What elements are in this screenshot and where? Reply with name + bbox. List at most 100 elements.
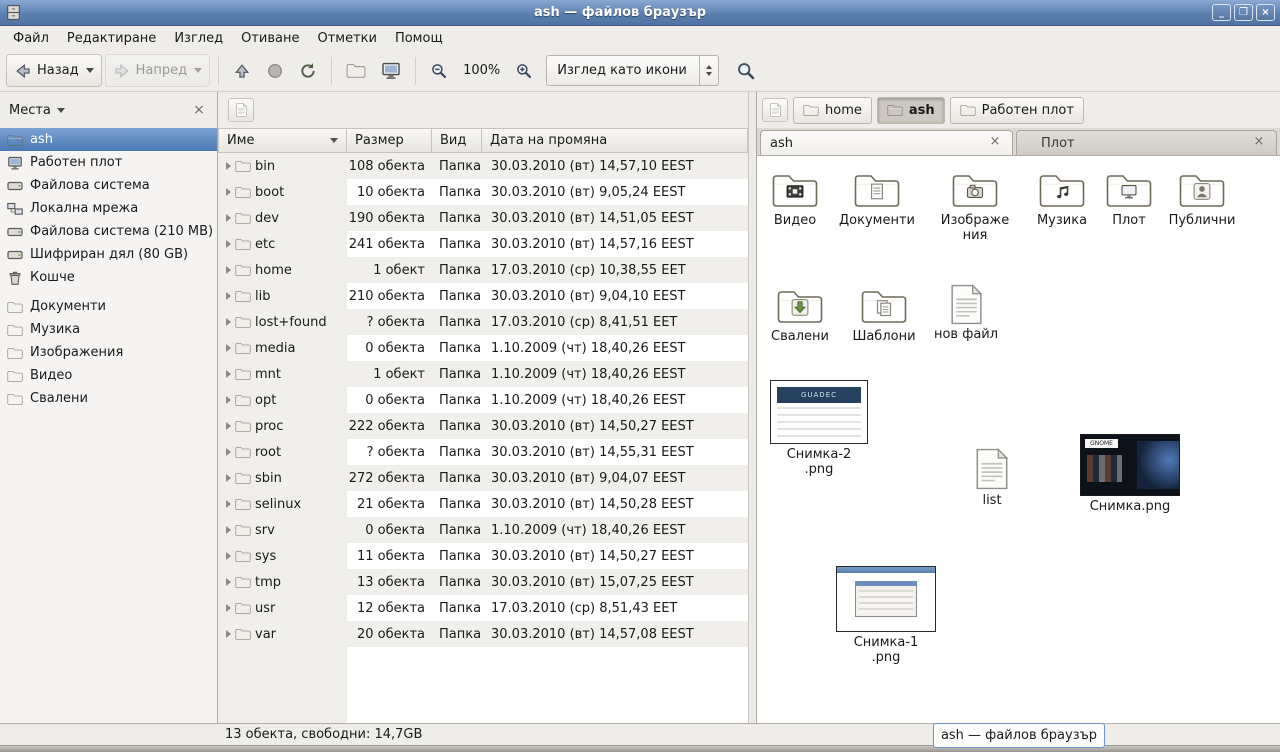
menu-bookmarks[interactable]: Отметки <box>308 28 385 49</box>
menu-edit[interactable]: Редактиране <box>58 28 165 49</box>
sidebar-item-encrypted[interactable]: Шифриран дял (80 GB) <box>0 243 217 266</box>
maximize-button[interactable]: ❐ <box>1234 4 1253 21</box>
back-dropdown-icon[interactable] <box>86 68 94 73</box>
table-row-sbin[interactable]: sbin272 обектаПапка30.03.2010 (вт) 9,04,… <box>218 465 748 491</box>
up-button[interactable] <box>227 54 257 87</box>
minimize-button[interactable]: _ <box>1212 4 1231 21</box>
sidebar-item-network[interactable]: Локална мрежа <box>0 197 217 220</box>
expander-icon[interactable] <box>226 396 231 404</box>
column-header-name[interactable]: Име <box>218 128 347 153</box>
icon-item-documents[interactable]: Документи <box>837 170 917 228</box>
menu-go[interactable]: Отиване <box>232 28 308 49</box>
close-button[interactable]: × <box>1256 4 1275 21</box>
expander-icon[interactable] <box>226 344 231 352</box>
expander-icon[interactable] <box>226 240 231 248</box>
icon-item-downloads[interactable]: Свалени <box>760 286 840 344</box>
sidebar-item-trash[interactable]: Кошче <box>0 266 217 289</box>
table-row-home[interactable]: home1 обектПапка17.03.2010 (ср) 10,38,55… <box>218 257 748 283</box>
icon-item-pictures[interactable]: Изображения <box>935 170 1015 243</box>
sidebar-item-pictures[interactable]: Изображения <box>0 341 217 364</box>
table-row-usr[interactable]: usr12 обектаПапка17.03.2010 (ср) 8,51,43… <box>218 595 748 621</box>
titlebar[interactable]: ash — файлов браузър _ ❐ × <box>0 0 1280 26</box>
sidebar-close-icon[interactable]: × <box>190 102 208 118</box>
table-row-proc[interactable]: proc222 обектаПапка30.03.2010 (вт) 14,50… <box>218 413 748 439</box>
expander-icon[interactable] <box>226 526 231 534</box>
tab-ash[interactable]: ash × <box>760 130 1013 155</box>
expander-icon[interactable] <box>226 422 231 430</box>
tab-plot[interactable]: Плот × <box>1016 130 1277 155</box>
sidebar-item-ash[interactable]: ash <box>0 128 217 151</box>
zoom-in-button[interactable] <box>509 54 539 87</box>
expander-icon[interactable] <box>226 214 231 222</box>
zoom-out-button[interactable] <box>424 54 454 87</box>
view-mode-select[interactable]: Изглед като икони <box>546 55 719 86</box>
sidebar-title[interactable]: Места <box>9 103 51 118</box>
reload-button[interactable] <box>293 54 323 87</box>
icon-item-list[interactable]: list <box>970 448 1014 508</box>
icon-item-new-file[interactable]: нов файл <box>926 284 1006 342</box>
column-header-type[interactable]: Вид <box>432 128 482 153</box>
taskbar-window-button[interactable]: ash — файлов браузър <box>933 723 1105 748</box>
expander-icon[interactable] <box>226 448 231 456</box>
expander-icon[interactable] <box>226 292 231 300</box>
table-row-bin[interactable]: bin108 обектаПапка30.03.2010 (вт) 14,57,… <box>218 153 748 179</box>
table-row-root[interactable]: root? обектаПапка30.03.2010 (вт) 14,55,3… <box>218 439 748 465</box>
expander-icon[interactable] <box>226 500 231 508</box>
icon-item-desktop-folder[interactable]: Плот <box>1089 170 1169 228</box>
tab-close-icon[interactable]: × <box>987 135 1003 151</box>
table-row-tmp[interactable]: tmp13 обектаПапка30.03.2010 (вт) 15,07,2… <box>218 569 748 595</box>
expander-icon[interactable] <box>226 474 231 482</box>
table-row-media[interactable]: media0 обектаПапка1.10.2009 (чт) 18,40,2… <box>218 335 748 361</box>
tab-close-icon[interactable]: × <box>1251 135 1267 151</box>
expander-icon[interactable] <box>226 188 231 196</box>
home-button[interactable] <box>340 54 372 87</box>
forward-button[interactable]: Напред <box>105 54 210 87</box>
menu-view[interactable]: Изглед <box>165 28 232 49</box>
sidebar-item-music[interactable]: Музика <box>0 318 217 341</box>
icon-view[interactable]: Видео Документи Изображения Музика <box>757 156 1280 723</box>
sidebar-dropdown-icon[interactable] <box>57 108 65 113</box>
table-row-boot[interactable]: boot10 обектаПапка30.03.2010 (вт) 9,05,2… <box>218 179 748 205</box>
icon-item-snimka1[interactable]: Снимка-1.png <box>834 566 938 665</box>
pane-splitter[interactable] <box>748 92 757 723</box>
location-icon-button[interactable] <box>762 98 788 122</box>
table-row-mnt[interactable]: mnt1 обектПапка1.10.2009 (чт) 18,40,26 E… <box>218 361 748 387</box>
icon-item-public[interactable]: Публични <box>1162 170 1242 228</box>
sidebar-item-filesystem[interactable]: Файлова система <box>0 174 217 197</box>
expander-icon[interactable] <box>226 604 231 612</box>
table-row-opt[interactable]: opt0 обектаПапка1.10.2009 (чт) 18,40,26 … <box>218 387 748 413</box>
expander-icon[interactable] <box>226 552 231 560</box>
breadcrumb-desktop[interactable]: Работен плот <box>950 97 1084 124</box>
expander-icon[interactable] <box>226 162 231 170</box>
menu-file[interactable]: Файл <box>4 28 58 49</box>
stop-button[interactable] <box>260 54 290 87</box>
expander-icon[interactable] <box>226 630 231 638</box>
computer-button[interactable] <box>375 54 407 87</box>
table-row-var[interactable]: var20 обектаПапка30.03.2010 (вт) 14,57,0… <box>218 621 748 647</box>
icon-item-snimka[interactable]: GNOME Store Снимка.png <box>1078 434 1182 514</box>
location-icon-button[interactable] <box>228 98 254 122</box>
expander-icon[interactable] <box>226 266 231 274</box>
sidebar-item-filesystem-210[interactable]: Файлова система (210 MB) <box>0 220 217 243</box>
table-row-lib[interactable]: lib210 обектаПапка30.03.2010 (вт) 9,04,1… <box>218 283 748 309</box>
sidebar-item-desktop[interactable]: Работен плот <box>0 151 217 174</box>
expander-icon[interactable] <box>226 370 231 378</box>
icon-item-video[interactable]: Видео <box>757 170 835 228</box>
search-button[interactable] <box>730 54 762 87</box>
back-button[interactable]: Назад <box>6 54 102 87</box>
breadcrumb-home[interactable]: home <box>793 97 872 124</box>
table-row-lost-found[interactable]: lost+found? обектаПапка17.03.2010 (ср) 8… <box>218 309 748 335</box>
breadcrumb-ash[interactable]: ash <box>877 97 945 124</box>
table-row-srv[interactable]: srv0 обектаПапка1.10.2009 (чт) 18,40,26 … <box>218 517 748 543</box>
expander-icon[interactable] <box>226 578 231 586</box>
expander-icon[interactable] <box>226 318 231 326</box>
menu-help[interactable]: Помощ <box>386 28 452 49</box>
sidebar-item-downloads[interactable]: Свалени <box>0 387 217 410</box>
table-row-dev[interactable]: dev190 обектаПапка30.03.2010 (вт) 14,51,… <box>218 205 748 231</box>
icon-item-snimka2[interactable]: GUADEC Снимка-2.png <box>768 380 870 477</box>
icon-item-templates[interactable]: Шаблони <box>844 286 924 344</box>
table-row-selinux[interactable]: selinux21 обектаПапка30.03.2010 (вт) 14,… <box>218 491 748 517</box>
table-row-sys[interactable]: sys11 обектаПапка30.03.2010 (вт) 14,50,2… <box>218 543 748 569</box>
sidebar-item-documents[interactable]: Документи <box>0 295 217 318</box>
table-row-etc[interactable]: etc241 обектаПапка30.03.2010 (вт) 14,57,… <box>218 231 748 257</box>
